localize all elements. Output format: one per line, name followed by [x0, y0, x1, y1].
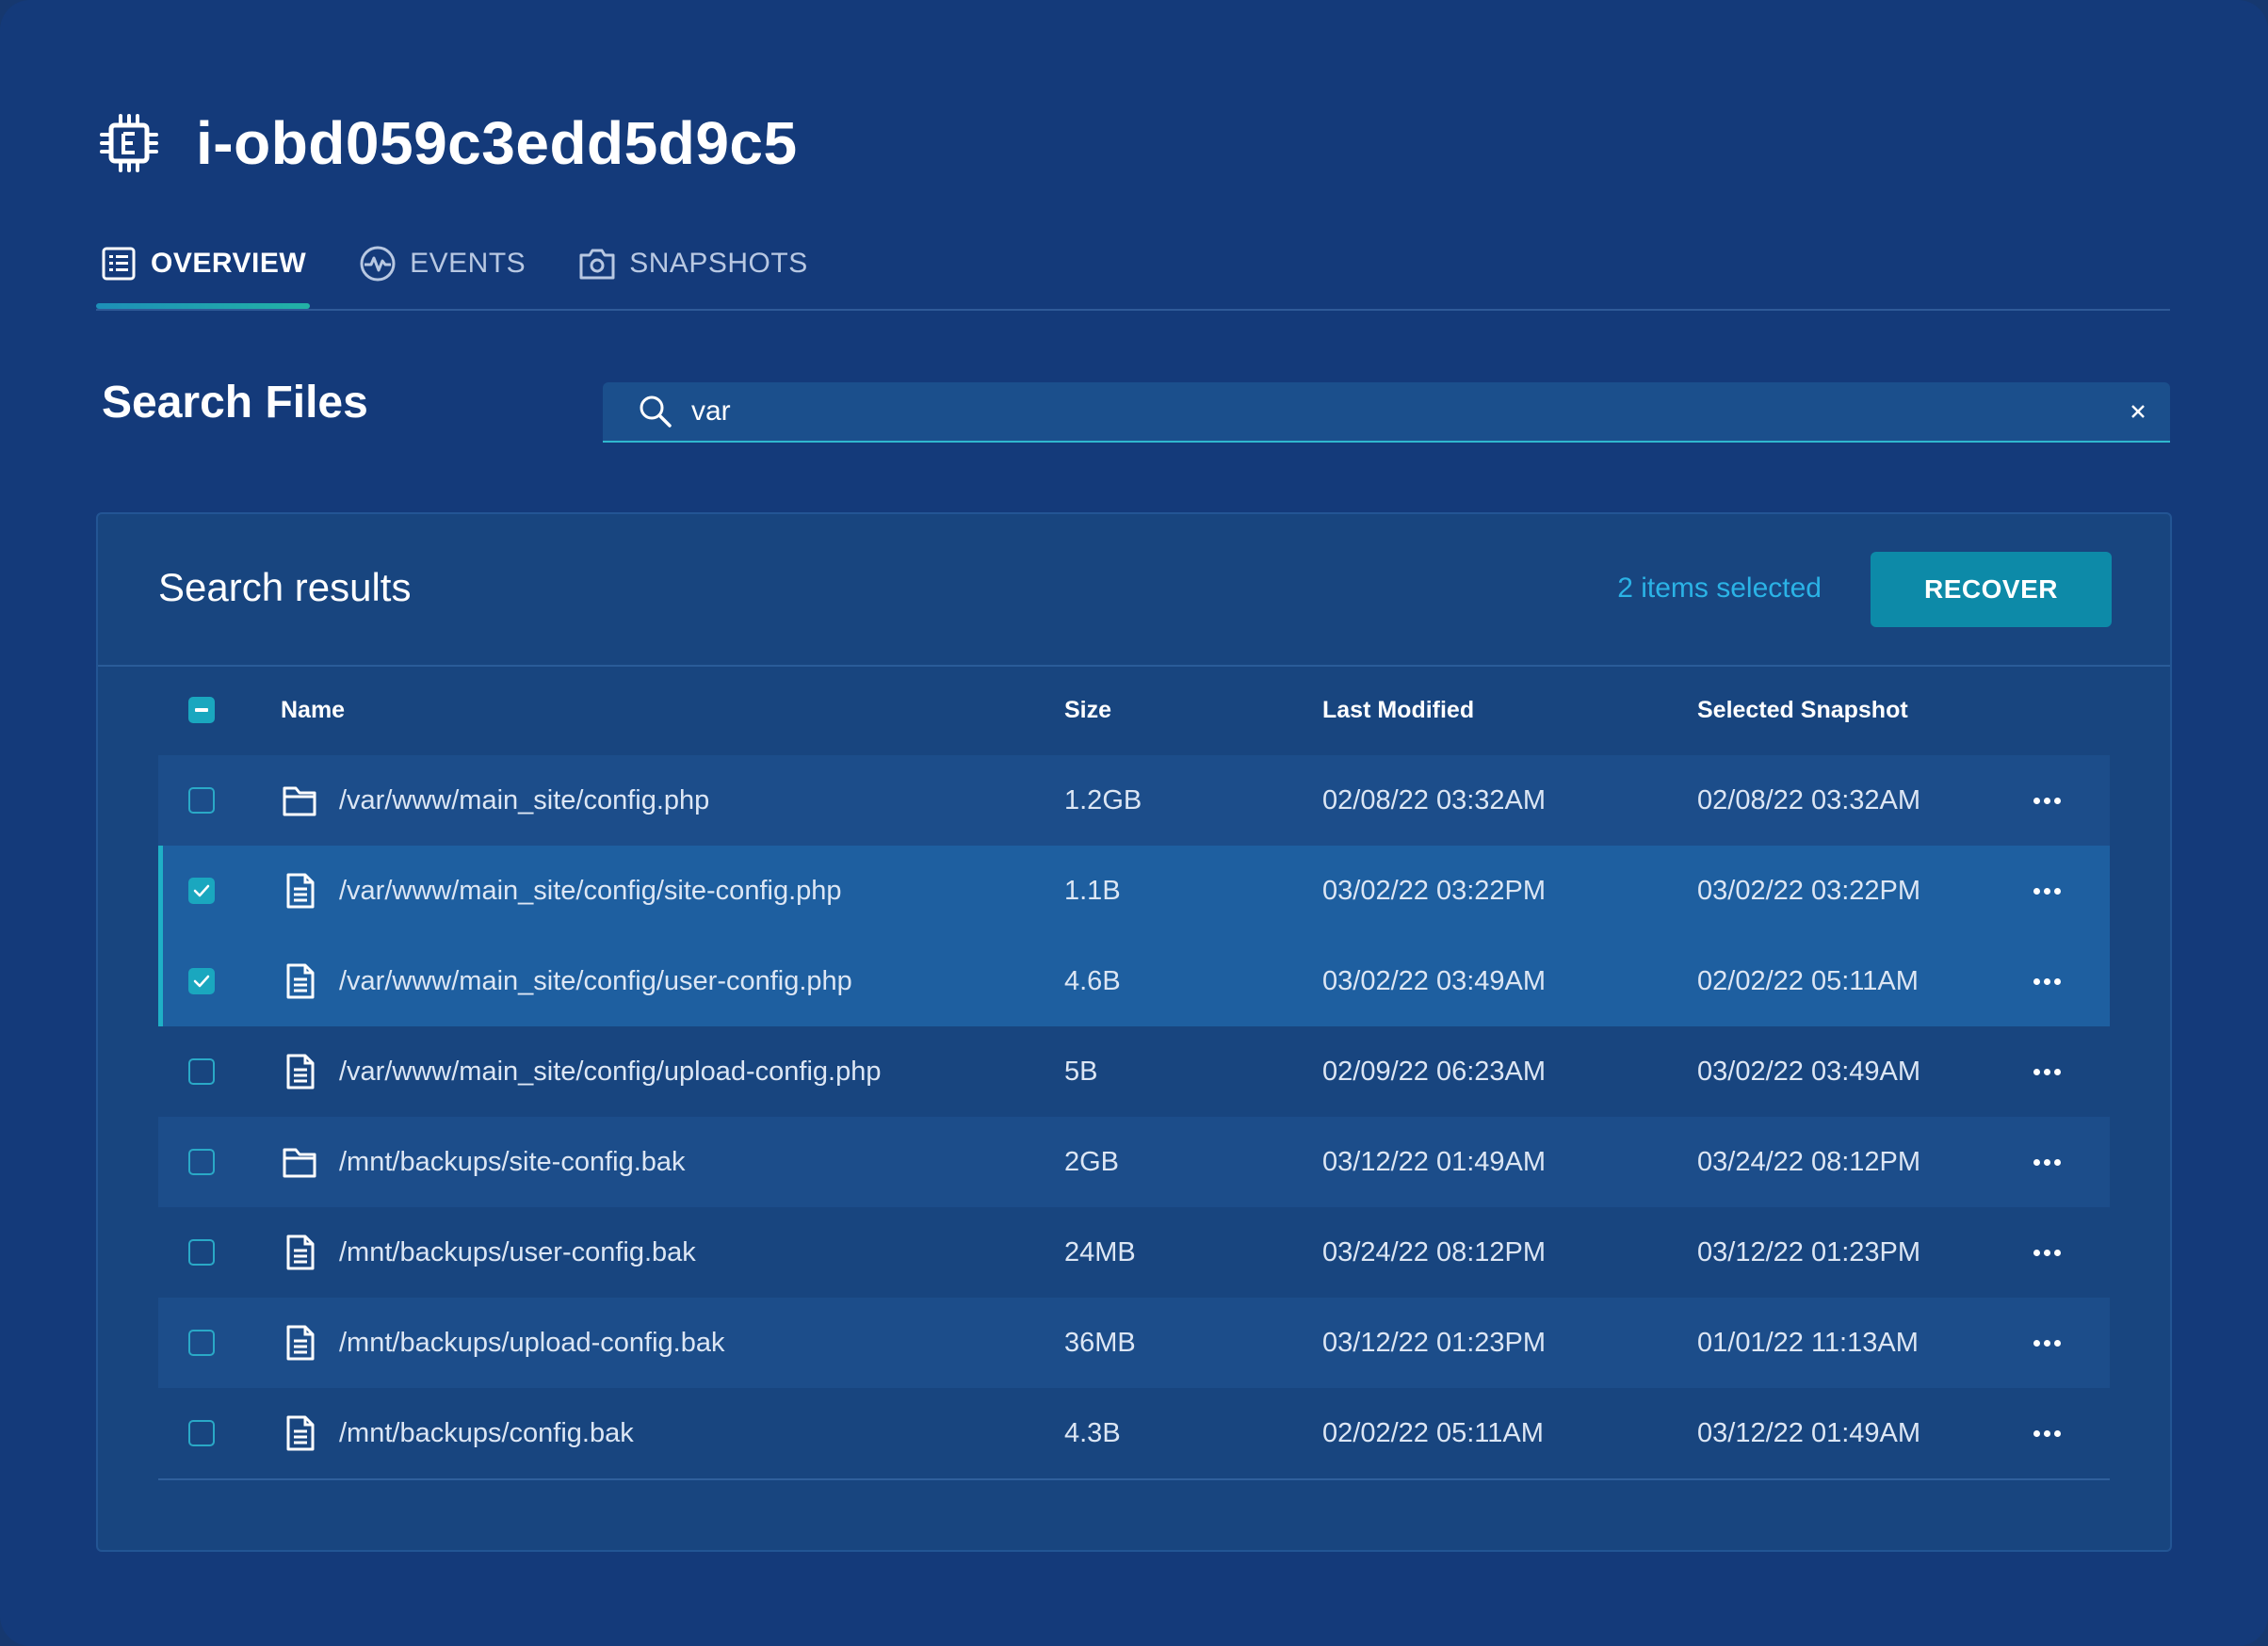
folder-icon: [281, 782, 318, 819]
table-row[interactable]: /var/www/main_site/config/site-config.ph…: [158, 846, 2110, 936]
close-icon[interactable]: [2119, 393, 2157, 430]
file-name[interactable]: /mnt/backups/site-config.bak: [339, 1147, 686, 1178]
results-panel: Search results 2 items selected RECOVER …: [96, 512, 2172, 1552]
file-name[interactable]: /var/www/main_site/config/site-config.ph…: [339, 876, 842, 907]
more-options-icon[interactable]: [2023, 872, 2070, 910]
last-modified: 02/02/22 05:11AM: [1322, 1417, 1544, 1448]
file-name[interactable]: /mnt/backups/config.bak: [339, 1418, 634, 1449]
camera-icon: [578, 245, 616, 282]
file-size: 36MB: [1064, 1327, 1136, 1358]
file-icon: [281, 872, 318, 910]
table-row[interactable]: /var/www/main_site/config/user-config.ph…: [158, 936, 2110, 1026]
file-size: 24MB: [1064, 1236, 1136, 1267]
app-window: i-obd059c3edd5d9c5 OVERVIEW EVENTS SNAPS…: [0, 0, 2268, 1646]
row-checkbox[interactable]: [188, 1420, 215, 1446]
last-modified: 03/12/22 01:23PM: [1322, 1327, 1547, 1358]
selection-indicator: [158, 936, 163, 1026]
column-header-name[interactable]: Name: [281, 697, 345, 724]
search-field: [603, 382, 2170, 443]
search-input[interactable]: [691, 383, 2119, 440]
table-row[interactable]: /mnt/backups/user-config.bak 24MB 03/24/22…: [158, 1207, 2110, 1298]
selected-snapshot[interactable]: 03/12/22 01:49AM: [1697, 1418, 1920, 1449]
file-size: 4.3B: [1064, 1417, 1121, 1448]
file-icon: [281, 962, 318, 1000]
row-checkbox[interactable]: [188, 878, 215, 904]
file-icon: [281, 1414, 318, 1452]
last-modified: 03/12/22 01:49AM: [1322, 1146, 1547, 1177]
file-icon: [281, 1053, 318, 1090]
select-all-checkbox[interactable]: [188, 697, 215, 723]
more-options-icon[interactable]: [2023, 1234, 2070, 1271]
row-checkbox[interactable]: [188, 1149, 215, 1175]
column-header-size[interactable]: Size: [1064, 697, 1111, 724]
more-options-icon[interactable]: [2023, 1053, 2070, 1090]
results-title: Search results: [158, 565, 412, 609]
selected-count: 2 items selected: [1617, 573, 1822, 604]
folder-icon: [281, 1143, 318, 1181]
selected-snapshot[interactable]: 02/08/22 03:32AM: [1697, 785, 1920, 816]
file-size: 1.2GB: [1064, 784, 1142, 815]
file-size: 2GB: [1064, 1146, 1120, 1177]
tab-label: EVENTS: [410, 248, 526, 279]
file-size: 1.1B: [1064, 875, 1121, 906]
last-modified: 02/09/22 06:23AM: [1322, 1056, 1547, 1087]
search-icon: [637, 393, 674, 430]
last-modified: 03/02/22 03:22PM: [1322, 875, 1547, 906]
row-checkbox[interactable]: [188, 1330, 215, 1356]
file-size: 4.6B: [1064, 965, 1121, 996]
file-size: 5B: [1064, 1056, 1098, 1087]
table-row[interactable]: /mnt/backups/upload-config.bak 36MB 03/12/…: [158, 1298, 2110, 1388]
column-header-last-modified[interactable]: Last Modified: [1322, 697, 1474, 724]
selected-snapshot[interactable]: 03/24/22 08:12PM: [1697, 1147, 1920, 1178]
tab-overview[interactable]: OVERVIEW: [96, 235, 311, 309]
selected-snapshot[interactable]: 02/02/22 05:11AM: [1697, 966, 1919, 997]
results-table: Name Size Last Modified Selected Snapsho…: [158, 665, 2110, 1480]
tab-label: OVERVIEW: [151, 248, 307, 279]
tab-snapshots[interactable]: SNAPSHOTS: [575, 235, 812, 292]
page-header: i-obd059c3edd5d9c5: [98, 105, 798, 181]
table-row[interactable]: /mnt/backups/config.bak 4.3B 02/02/22 05:1…: [158, 1388, 2110, 1480]
tab-events[interactable]: EVENTS: [355, 235, 529, 292]
file-icon: [281, 1234, 318, 1271]
selected-snapshot[interactable]: 01/01/22 11:13AM: [1697, 1328, 1919, 1359]
table-row[interactable]: /mnt/backups/site-config.bak 2GB 03/12/22 …: [158, 1117, 2110, 1207]
file-name[interactable]: /var/www/main_site/config.php: [339, 785, 709, 816]
file-name[interactable]: /mnt/backups/upload-config.bak: [339, 1328, 724, 1359]
chip-icon: [98, 112, 160, 174]
table-row[interactable]: /var/www/main_site/config/upload-config.…: [158, 1026, 2110, 1117]
row-checkbox[interactable]: [188, 1239, 215, 1266]
table-row[interactable]: /var/www/main_site/config.php 1.2GB 02/08/…: [158, 755, 2110, 846]
tab-label: SNAPSHOTS: [629, 248, 808, 279]
search-title: Search Files: [102, 378, 368, 428]
last-modified: 02/08/22 03:32AM: [1322, 784, 1547, 815]
activity-icon: [359, 245, 397, 282]
row-checkbox[interactable]: [188, 787, 215, 814]
selected-snapshot[interactable]: 03/02/22 03:22PM: [1697, 876, 1920, 907]
list-icon: [100, 245, 138, 282]
file-name[interactable]: /var/www/main_site/config/upload-config.…: [339, 1057, 881, 1088]
selected-snapshot[interactable]: 03/02/22 03:49AM: [1697, 1057, 1920, 1088]
file-name[interactable]: /var/www/main_site/config/user-config.ph…: [339, 966, 852, 997]
more-options-icon[interactable]: [2023, 1324, 2070, 1362]
column-header-selected-snapshot[interactable]: Selected Snapshot: [1697, 697, 1908, 724]
results-header: Search results 2 items selected RECOVER: [98, 514, 2170, 667]
instance-title: i-obd059c3edd5d9c5: [196, 109, 798, 177]
more-options-icon[interactable]: [2023, 782, 2070, 819]
more-options-icon[interactable]: [2023, 1414, 2070, 1452]
file-name[interactable]: /mnt/backups/user-config.bak: [339, 1237, 696, 1268]
selected-snapshot[interactable]: 03/12/22 01:23PM: [1697, 1237, 1920, 1268]
table-header: Name Size Last Modified Selected Snapsho…: [158, 665, 2110, 755]
more-options-icon[interactable]: [2023, 962, 2070, 1000]
selection-indicator: [158, 846, 163, 936]
file-icon: [281, 1324, 318, 1362]
row-checkbox[interactable]: [188, 968, 215, 994]
last-modified: 03/02/22 03:49AM: [1322, 965, 1547, 996]
more-options-icon[interactable]: [2023, 1143, 2070, 1181]
recover-button[interactable]: RECOVER: [1871, 552, 2112, 627]
last-modified: 03/24/22 08:12PM: [1322, 1236, 1547, 1267]
row-checkbox[interactable]: [188, 1058, 215, 1085]
tab-bar: OVERVIEW EVENTS SNAPSHOTS: [96, 235, 2170, 311]
table-body: /var/www/main_site/config.php 1.2GB 02/08/…: [158, 755, 2110, 1480]
